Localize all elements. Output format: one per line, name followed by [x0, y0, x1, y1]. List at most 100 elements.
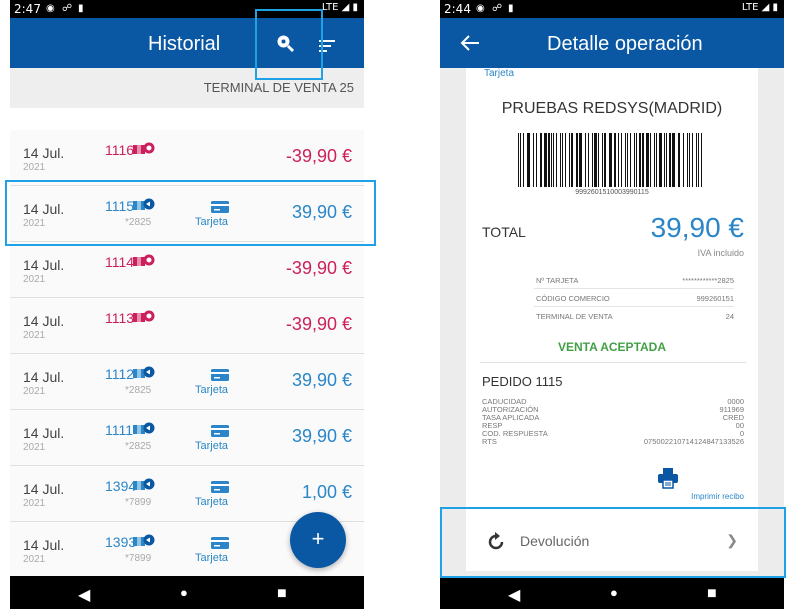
barcode-bar [650, 133, 651, 187]
barcode-bar [669, 133, 671, 187]
barcode-bar [646, 133, 649, 187]
barcode-bar [630, 133, 631, 187]
barcode-bar [654, 133, 655, 187]
barcode-bar [585, 133, 586, 187]
refund-label: Devolución [520, 533, 590, 549]
row-date: 14 Jul. [23, 257, 65, 273]
row-number: 1115 [105, 198, 135, 214]
lte-label: LTE [321, 2, 339, 13]
merchant-name: PRUEBAS REDSYS(MADRID) [501, 100, 723, 117]
barcode-bar [579, 133, 582, 187]
terminal-label: TERMINAL DE VENTA 25 [203, 80, 354, 95]
row-number: 1393 [105, 534, 137, 550]
barcode-bar [576, 133, 578, 187]
row-year: 2021 [23, 330, 46, 341]
info-key: Nº TARJETA [536, 276, 579, 285]
page-title: Historial [148, 33, 221, 55]
info-value: ************2825 [682, 276, 734, 285]
barcode-bar [540, 133, 542, 187]
barcode-bar [627, 133, 628, 187]
barcode-bar [609, 133, 612, 187]
table-row[interactable]: 14 Jul. 2021 1111 *2825 Tarjeta 39,90 € [10, 410, 364, 466]
row-year: 2021 [23, 554, 46, 565]
row-payment-type: Tarjeta [195, 552, 229, 564]
row-number: 1114 [105, 254, 135, 270]
row-year: 2021 [23, 386, 46, 397]
barcode-bar [692, 133, 693, 187]
back-nav-icon[interactable]: ◀ [78, 585, 90, 605]
refresh-icon [486, 532, 506, 557]
add-button[interactable]: + [290, 512, 346, 568]
barcode-bar [602, 133, 603, 187]
barcode-bar [588, 133, 589, 187]
status-bar: 2:47 ◉ ☍ ▮ LTE ◢ ▮ [10, 0, 364, 18]
barcode-bar [544, 133, 547, 187]
row-number: 1113 [105, 310, 135, 326]
detail-value: 07500221071412484713352​6 [643, 437, 744, 446]
total-value: 39,90 € [650, 212, 744, 243]
barcode-bar [562, 133, 563, 187]
system-nav-bar: ◀ ● ■ [10, 576, 364, 609]
table-row[interactable]: 14 Jul. 2021 1115 *2825 Tarjeta 39,90 € [10, 186, 364, 242]
page-title-right: Detalle operación [547, 33, 703, 55]
payment-money-icon [133, 366, 155, 379]
chevron-right-icon: ❯ [726, 532, 738, 548]
row-amount: -39,90 € [285, 146, 352, 166]
barcode-bar [634, 133, 635, 187]
row-number: 1394 [105, 478, 137, 494]
barcode-bar [520, 133, 521, 187]
row-payment-type: Tarjeta [195, 216, 229, 228]
barcode-bar [551, 133, 552, 187]
row-amount: 39,90 € [291, 370, 352, 390]
status-accepted: VENTA ACEPTADA [558, 340, 666, 354]
status-time-right: 2:44 [444, 2, 471, 16]
print-receipt-link[interactable]: Imprimir recibo [691, 492, 744, 501]
back-arrow-icon[interactable] [460, 35, 480, 51]
signal-battery: LTE ◢ ▮ [321, 2, 358, 13]
barcode-bar [556, 133, 557, 187]
back-nav-icon[interactable]: ◀ [508, 585, 520, 605]
row-payment-type: Tarjeta [195, 384, 229, 396]
info-value: 24 [725, 312, 734, 321]
payment-money-icon [133, 198, 155, 211]
barcode-bar [625, 133, 626, 187]
refund-button[interactable]: Devolución ❯ [466, 516, 758, 566]
info-key: TERMINAL DE VENTA [536, 312, 613, 321]
status-time: 2:47 [14, 2, 41, 16]
row-date: 14 Jul. [23, 537, 65, 553]
barcode-bar [698, 133, 699, 187]
row-date: 14 Jul. [23, 425, 65, 441]
barcode-bar [659, 133, 662, 187]
search-icon[interactable] [276, 34, 295, 53]
barcode-bar [598, 133, 599, 187]
divider [480, 362, 746, 363]
recents-nav-icon[interactable]: ■ [277, 585, 287, 603]
recents-nav-icon[interactable]: ■ [707, 585, 717, 603]
home-nav-icon[interactable]: ● [610, 585, 618, 600]
app-bar: Historial [10, 18, 364, 68]
historial-screen: 2:47 ◉ ☍ ▮ LTE ◢ ▮ Historial TERMINAL DE… [10, 0, 364, 609]
terminal-header: TERMINAL DE VENTA 25 [10, 68, 364, 108]
table-row[interactable]: 14 Jul. 2021 1116 -39,90 € [10, 130, 364, 186]
barcode-number: 9992601510003990115 [575, 189, 649, 196]
row-number: 1111 [105, 422, 134, 438]
barcode-image [518, 133, 702, 187]
table-row[interactable]: 14 Jul. 2021 1113 -39,90 € [10, 298, 364, 354]
row-year: 2021 [23, 442, 46, 453]
barcode-bar [636, 133, 637, 187]
row-amount: 39,90 € [291, 426, 352, 446]
barcode-bar [604, 133, 606, 187]
row-card-last4: *2825 [125, 385, 152, 396]
filter-icon[interactable] [319, 39, 335, 53]
network-icon: ☍ [62, 3, 73, 14]
detail-key: RTS [482, 437, 497, 446]
barcode-bar [639, 133, 641, 187]
lte-label-right: LTE [741, 2, 759, 13]
table-row[interactable]: 14 Jul. 2021 1114 -39,90 € [10, 242, 364, 298]
payment-money-icon [133, 534, 155, 547]
printer-icon[interactable] [657, 467, 679, 489]
refund-money-icon [133, 310, 155, 323]
home-nav-icon[interactable]: ● [180, 585, 188, 600]
barcode-bar [683, 133, 684, 187]
table-row[interactable]: 14 Jul. 2021 1112 *2825 Tarjeta 39,90 € [10, 354, 364, 410]
